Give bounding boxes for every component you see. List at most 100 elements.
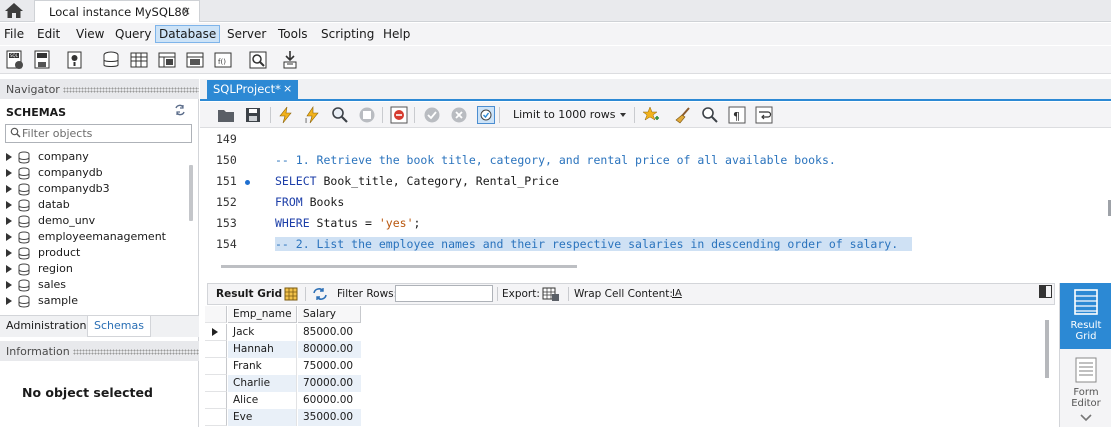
cell-salary[interactable]: 80000.00: [298, 341, 361, 358]
menu-file[interactable]: File: [1, 25, 27, 43]
expand-arrow-icon[interactable]: [6, 265, 12, 273]
toggle-error-icon[interactable]: [390, 106, 408, 124]
new-sql-tab-icon[interactable]: SQL: [6, 50, 25, 70]
menu-tools[interactable]: Tools: [275, 25, 311, 43]
schema-item-region[interactable]: region: [0, 261, 188, 277]
connection-tab[interactable]: Local instance MySQL80 ×: [34, 0, 200, 22]
expand-arrow-icon[interactable]: [6, 233, 12, 241]
refresh-icon[interactable]: [174, 104, 186, 119]
menu-help[interactable]: Help: [380, 25, 413, 43]
table-row[interactable]: Frank 75000.00: [205, 358, 363, 375]
form-editor-button[interactable]: Form Editor: [1060, 353, 1111, 413]
expand-arrow-icon[interactable]: [6, 297, 12, 305]
filter-objects-field[interactable]: [5, 124, 192, 143]
column-header-emp-name[interactable]: Emp_name: [228, 306, 297, 323]
wrap-toggle-icon[interactable]: IA: [672, 288, 682, 299]
menu-database[interactable]: Database: [155, 25, 221, 43]
create-view-icon[interactable]: [158, 50, 177, 70]
export-grid-icon[interactable]: [542, 286, 560, 302]
find-magnifier-icon[interactable]: [701, 106, 719, 124]
cell-emp-name[interactable]: Charlie: [228, 375, 297, 392]
schema-item-companydb[interactable]: companydb: [0, 165, 188, 181]
schema-item-datab[interactable]: datab: [0, 197, 188, 213]
expand-arrow-icon[interactable]: [6, 249, 12, 257]
table-row[interactable]: Charlie 70000.00: [205, 375, 363, 392]
close-icon[interactable]: ×: [283, 82, 292, 95]
reconnect-icon[interactable]: [281, 50, 300, 70]
close-icon[interactable]: ×: [181, 4, 191, 18]
query-tab[interactable]: SQLProject* ×: [207, 80, 298, 99]
table-row[interactable]: Eve 35000.00: [205, 409, 363, 426]
cell-salary[interactable]: 60000.00: [298, 392, 361, 409]
create-function-icon[interactable]: f(): [214, 50, 233, 70]
tab-schemas[interactable]: Schemas: [87, 316, 151, 337]
invisible-chars-icon[interactable]: ¶: [728, 106, 746, 124]
cell-salary[interactable]: 85000.00: [298, 324, 361, 341]
word-wrap-icon[interactable]: [755, 106, 773, 124]
schema-item-company[interactable]: company: [0, 149, 188, 165]
open-sql-script-icon[interactable]: [34, 50, 53, 70]
expand-arrow-icon[interactable]: [6, 281, 12, 289]
cell-salary[interactable]: 70000.00: [298, 375, 361, 392]
autocommit-toggle-icon[interactable]: [477, 106, 495, 124]
table-row[interactable]: Jack 85000.00: [205, 324, 363, 341]
schema-item-companydb3[interactable]: companydb3: [0, 181, 188, 197]
open-folder-icon[interactable]: [217, 106, 235, 124]
home-icon[interactable]: [4, 2, 26, 20]
schema-tree-scrollbar[interactable]: [189, 165, 193, 221]
result-grid-label[interactable]: Result Grid: [216, 288, 282, 300]
beautify-broom-icon[interactable]: [674, 106, 692, 124]
stop-icon[interactable]: [358, 106, 376, 124]
refresh-rows-icon[interactable]: [312, 287, 328, 301]
cell-emp-name[interactable]: Hannah: [228, 341, 297, 358]
toggle-panel-icon[interactable]: [1039, 285, 1052, 298]
save-icon[interactable]: [244, 106, 262, 124]
schema-item-sample[interactable]: sample: [0, 293, 188, 309]
cell-emp-name[interactable]: Eve: [228, 409, 297, 426]
cell-emp-name[interactable]: Alice: [228, 392, 297, 409]
cell-salary[interactable]: 35000.00: [298, 409, 361, 426]
menu-server[interactable]: Server: [224, 25, 269, 43]
menu-scripting[interactable]: Scripting: [318, 25, 377, 43]
expand-arrow-icon[interactable]: [6, 201, 12, 209]
add-snippet-star-icon[interactable]: [642, 106, 660, 124]
cell-emp-name[interactable]: Jack: [228, 324, 297, 341]
schema-item-employeemanagement[interactable]: employeemanagement: [0, 229, 188, 245]
filter-rows-input[interactable]: [396, 286, 492, 301]
create-procedure-icon[interactable]: [186, 50, 205, 70]
search-table-data-icon[interactable]: [249, 50, 268, 70]
filter-objects-input[interactable]: [22, 126, 188, 141]
create-table-icon[interactable]: [130, 50, 149, 70]
schema-item-demo-unv[interactable]: demo_unv: [0, 213, 188, 229]
schema-item-sales[interactable]: sales: [0, 277, 188, 293]
menu-edit[interactable]: Edit: [34, 25, 63, 43]
execute-lightning-icon[interactable]: [277, 106, 295, 124]
inspector-icon[interactable]: [66, 50, 85, 70]
tab-administration[interactable]: Administration: [0, 316, 93, 337]
table-row[interactable]: Alice 60000.00: [205, 392, 363, 409]
menu-query[interactable]: Query: [112, 25, 154, 43]
rollback-icon[interactable]: [450, 106, 468, 124]
expand-arrow-icon[interactable]: [6, 217, 12, 225]
editor-horizontal-scrollbar[interactable]: [221, 265, 577, 268]
filter-rows-field[interactable]: [395, 285, 493, 302]
cell-salary[interactable]: 75000.00: [298, 358, 361, 375]
column-header-salary[interactable]: Salary: [298, 306, 361, 323]
limit-rows-select[interactable]: Limit to 1000 rows: [505, 106, 631, 124]
expand-arrow-icon[interactable]: [6, 185, 12, 193]
cell-emp-name[interactable]: Frank: [228, 358, 297, 375]
result-vertical-scrollbar[interactable]: [1045, 320, 1049, 378]
execute-current-icon[interactable]: I: [304, 106, 322, 124]
result-grid-button[interactable]: Result Grid: [1060, 283, 1111, 349]
grid-view-icon[interactable]: [284, 287, 298, 301]
sql-editor[interactable]: 149 150 -- 1. Retrieve the book title, c…: [200, 129, 1111, 268]
schema-item-product[interactable]: product: [0, 245, 188, 261]
commit-icon[interactable]: [423, 106, 441, 124]
explain-magnifier-icon[interactable]: [331, 106, 349, 124]
menu-view[interactable]: View: [73, 25, 107, 43]
table-row[interactable]: Hannah 80000.00: [205, 341, 363, 358]
expand-arrow-icon[interactable]: [6, 169, 12, 177]
chevron-down-icon[interactable]: [1080, 414, 1092, 422]
create-schema-icon[interactable]: [102, 50, 121, 70]
expand-arrow-icon[interactable]: [6, 153, 12, 161]
